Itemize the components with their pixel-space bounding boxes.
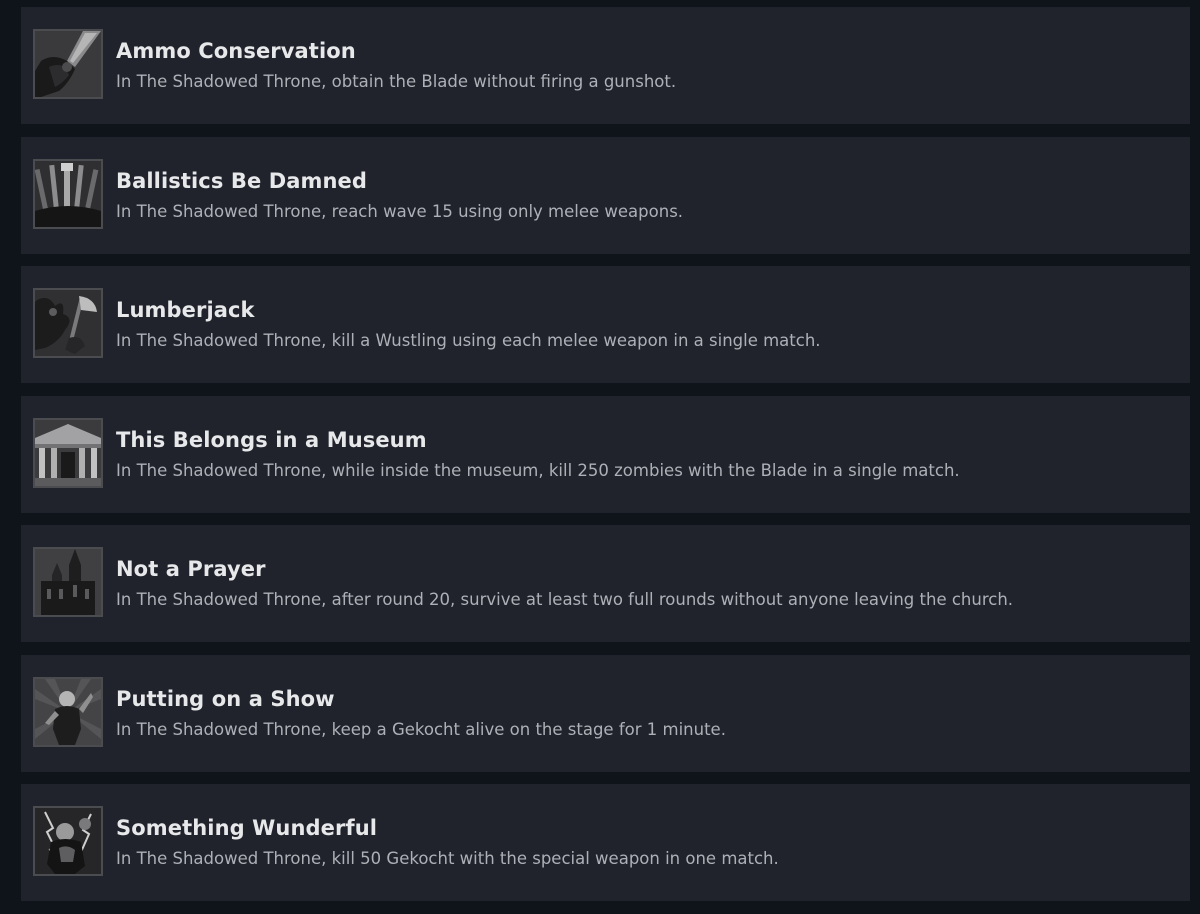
wonder-weapon-icon <box>33 806 103 876</box>
achievement-title: This Belongs in a Museum <box>116 427 427 452</box>
achievement-title: Lumberjack <box>116 298 255 322</box>
achievement-description: In The Shadowed Throne, obtain the Blade… <box>116 72 677 91</box>
achievement-row: Lumberjack In The Shadowed Throne, kill … <box>21 266 1190 383</box>
melee-weapons-icon <box>33 158 103 229</box>
achievement-row: Not a Prayer In The Shadowed Throne, aft… <box>21 525 1190 642</box>
achievement-row: Ammo Conservation In The Shadowed Throne… <box>21 7 1190 124</box>
achievement-list: Ammo Conservation In The Shadowed Throne… <box>21 7 1190 914</box>
achievement-description: In The Shadowed Throne, reach wave 15 us… <box>116 201 684 221</box>
achievement-row: Something Wunderful In The Shadowed Thro… <box>21 784 1190 901</box>
achievement-title: Ballistics Be Damned <box>116 168 368 193</box>
achievement-title: Something Wunderful <box>116 816 378 840</box>
achievement-title: Not a Prayer <box>116 557 266 581</box>
church-icon <box>33 547 103 617</box>
achievement-row: This Belongs in a Museum In The Shadowed… <box>21 395 1190 513</box>
achievement-title: Putting on a Show <box>116 686 335 711</box>
axe-monster-icon <box>33 288 103 358</box>
gekocht-icon <box>33 676 103 747</box>
achievement-title: Ammo Conservation <box>116 39 356 63</box>
achievement-description: In The Shadowed Throne, kill a Wustling … <box>116 331 821 350</box>
achievement-description: In The Shadowed Throne, keep a Gekocht a… <box>116 719 726 739</box>
achievement-description: In The Shadowed Throne, after round 20, … <box>116 590 1014 609</box>
achievement-description: In The Shadowed Throne, while inside the… <box>116 460 960 480</box>
museum-building-icon <box>33 417 103 488</box>
blade-arm-icon <box>33 29 103 99</box>
achievement-row: Ballistics Be Damned In The Shadowed Thr… <box>21 136 1190 254</box>
achievement-description: In The Shadowed Throne, kill 50 Gekocht … <box>116 849 779 868</box>
achievement-row: Putting on a Show In The Shadowed Throne… <box>21 654 1190 772</box>
